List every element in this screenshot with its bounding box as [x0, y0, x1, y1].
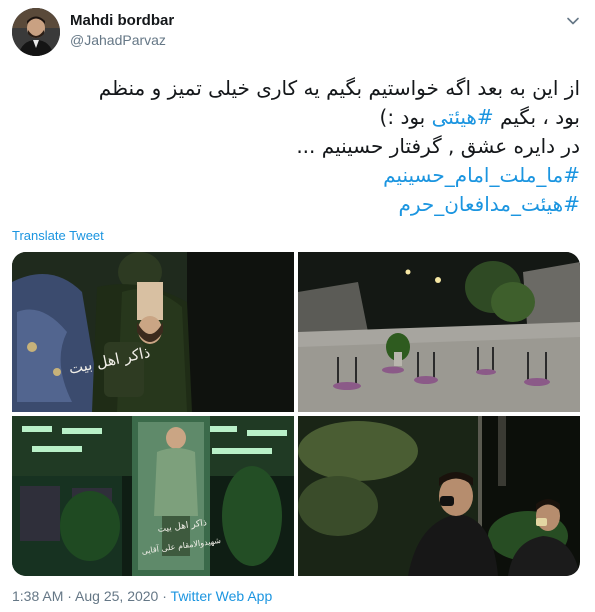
tweet-line-2-start: بود ، بگیم	[493, 105, 580, 129]
meta-separator: ·	[158, 588, 171, 604]
photo-top-right[interactable]	[298, 252, 580, 412]
tweet-time[interactable]: 1:38 AM	[12, 588, 63, 604]
tweet-date[interactable]: Aug 25, 2020	[75, 588, 158, 604]
hashtag-link[interactable]: #هیئت_مدافعان_حرم	[12, 190, 580, 219]
tweet: Mahdi bordbar @JahadParvaz از این به بعد…	[0, 0, 595, 612]
photo-top-left[interactable]: ذاکر اهل بیت	[12, 252, 294, 412]
avatar[interactable]	[12, 8, 60, 56]
translate-tweet-link[interactable]: Translate Tweet	[12, 228, 104, 243]
meta-separator: ·	[63, 588, 76, 604]
tweet-line-2: بود ، بگیم #هیئتی بود :)	[12, 103, 580, 132]
photo-bottom-right[interactable]	[298, 416, 580, 576]
author-name[interactable]: Mahdi bordbar	[70, 12, 174, 29]
photo-bottom-left[interactable]: ذاکر اهل بیت شهیدوالامقام علی آقایی	[12, 416, 294, 576]
hashtag-link[interactable]: #هیئتی	[432, 105, 494, 129]
media-grid: ذاکر اهل بیت ذاکر اهل بیت شهیدوالامقام ع…	[12, 252, 580, 576]
tweet-line-2-end: بود :)	[379, 105, 432, 129]
source-app-link[interactable]: Twitter Web App	[171, 588, 273, 604]
tweet-text: از این به بعد اگه خواستیم بگیم یه کاری خ…	[12, 74, 580, 219]
author-handle[interactable]: @JahadParvaz	[70, 32, 166, 48]
tweet-line-1: از این به بعد اگه خواستیم بگیم یه کاری خ…	[98, 76, 580, 100]
tweet-line-3: در دایره عشق , گرفتار حسینیم ...	[296, 134, 580, 158]
chevron-down-icon[interactable]	[562, 10, 584, 32]
hashtag-link[interactable]: #ما_ملت_امام_حسینیم	[12, 161, 580, 190]
tweet-meta: 1:38 AM · Aug 25, 2020 · Twitter Web App	[12, 588, 272, 604]
